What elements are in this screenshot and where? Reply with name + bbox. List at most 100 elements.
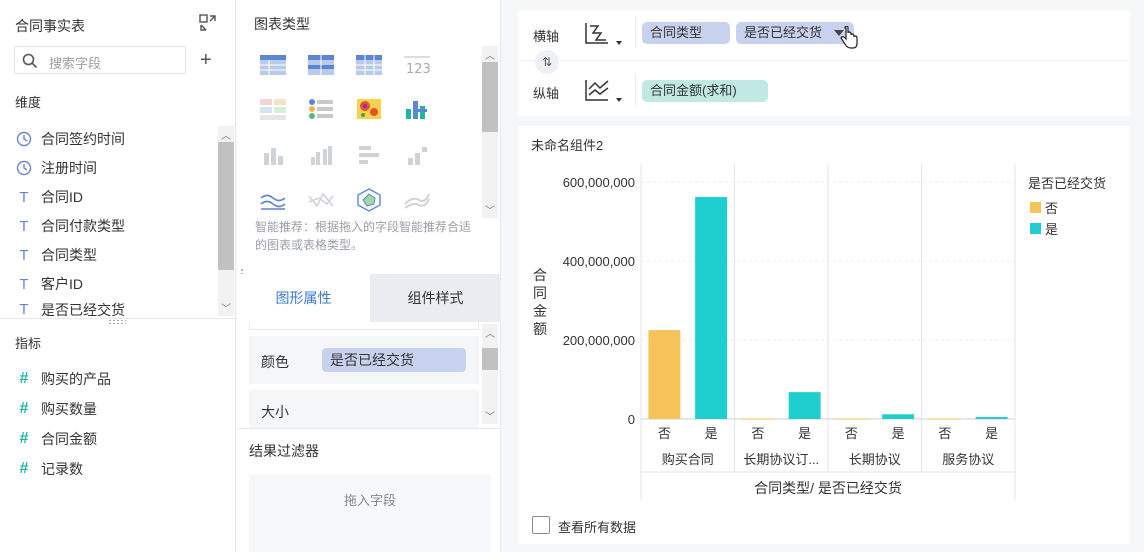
scroll-down-icon[interactable]: ﹀: [485, 202, 495, 217]
field-item[interactable]: # 合同金额: [15, 427, 97, 451]
field-item[interactable]: 注册时间: [15, 156, 97, 180]
field-item[interactable]: T 合同类型: [15, 243, 97, 267]
y-axis-title-char: 额: [533, 321, 547, 337]
bar: [741, 418, 774, 420]
property-tabs: 图形属性 组件样式: [237, 274, 501, 322]
x-axis-type-icon[interactable]: [584, 20, 626, 48]
line-chart-icon[interactable]: [307, 188, 335, 212]
field-label: 合同签约时间: [41, 131, 125, 147]
bar: [695, 196, 728, 419]
separator: [635, 74, 636, 106]
dashboard-list-icon[interactable]: [307, 97, 335, 121]
field-item[interactable]: T 是否已经交货: [15, 300, 125, 318]
field-item[interactable]: # 购买数量: [15, 397, 97, 421]
text-type-icon: T: [19, 275, 29, 293]
x-field-pill-label: 是否已经交货: [744, 25, 823, 40]
text-type-icon: T: [19, 246, 29, 264]
x-field-pill[interactable]: 合同类型: [642, 22, 730, 44]
x-group-label: 购买合同: [662, 452, 714, 467]
filter-dropzone[interactable]: 拖入字段: [249, 474, 491, 552]
grouped-bar-icon[interactable]: [307, 143, 335, 167]
x-subcategory-label: 否: [658, 426, 671, 441]
y-tick-label: 400,000,000: [563, 254, 635, 269]
legend-label: 否: [1045, 201, 1058, 216]
resize-handle[interactable]: [108, 319, 126, 325]
legend-swatch: [1030, 202, 1041, 213]
result-filter-title: 结果过滤器: [249, 443, 319, 459]
size-label: 大小: [261, 404, 289, 420]
table-icon[interactable]: [259, 53, 287, 77]
waterfall-bar-icon[interactable]: [403, 97, 431, 121]
number-type-icon: #: [19, 430, 29, 447]
y-field-pill[interactable]: 合同金额(求和): [642, 80, 768, 102]
svg-text:123: 123: [406, 62, 431, 77]
field-item[interactable]: T 合同ID: [15, 185, 83, 209]
scrollbar-thumb[interactable]: [218, 142, 234, 270]
scroll-down-icon[interactable]: ﹀: [485, 408, 495, 423]
switch-table-icon[interactable]: [199, 14, 217, 32]
x-group-label: 长期协议订...: [743, 452, 819, 467]
x-field-pill[interactable]: 是否已经交货: [736, 22, 854, 44]
kpi-number-icon[interactable]: 123: [403, 53, 431, 77]
chart-type-panel: 图表类型 123 智能推荐：根据拖入的字段智能推荐合适的图表或表格类型。 ︿ ﹀…: [237, 0, 501, 552]
scroll-up-icon[interactable]: ︿: [485, 325, 495, 340]
y-tick-label: 0: [628, 412, 635, 427]
color-label: 颜色: [261, 354, 289, 370]
dimensions-label: 维度: [15, 95, 42, 110]
legend-swatch: [1030, 223, 1041, 234]
field-item[interactable]: 合同签约时间: [15, 127, 125, 151]
heatmap-icon[interactable]: [355, 97, 383, 121]
field-label: 注册时间: [41, 160, 97, 176]
table-name: 合同事实表: [15, 18, 85, 34]
drop-hint: 拖入字段: [343, 493, 396, 508]
x-group-label: 长期协议: [849, 452, 901, 467]
kpi-card-icon[interactable]: [259, 97, 287, 121]
text-type-icon: T: [19, 188, 29, 206]
bar: [882, 414, 915, 419]
radar-chart-icon[interactable]: [355, 188, 383, 212]
chart-panel: 未命名组件2 600,000,000 400,000,000 200,000,000…: [518, 126, 1130, 544]
field-item[interactable]: # 购买的产品: [15, 367, 111, 391]
horizontal-bar-icon[interactable]: [355, 143, 383, 167]
stacked-bar-icon[interactable]: [403, 143, 431, 167]
property-scrollbar[interactable]: ︿ ﹀: [482, 324, 498, 424]
cross-table-icon[interactable]: [307, 53, 335, 77]
number-type-icon: #: [19, 400, 29, 417]
field-item[interactable]: T 合同付款类型: [15, 214, 125, 238]
field-label: 合同类型: [41, 247, 97, 263]
scroll-up-icon[interactable]: ︿: [221, 127, 231, 142]
scrollbar-thumb[interactable]: [482, 62, 498, 132]
swap-axes-icon[interactable]: ⇅: [535, 50, 559, 74]
y-axis-type-icon[interactable]: [584, 77, 626, 105]
field-item[interactable]: T 客户ID: [15, 272, 83, 296]
search-input[interactable]: 搜索字段: [14, 46, 186, 74]
range-area-icon[interactable]: [403, 188, 431, 212]
bar: [975, 417, 1008, 419]
scroll-down-icon[interactable]: ﹀: [221, 300, 231, 315]
tab-graph-properties[interactable]: 图形属性: [237, 274, 370, 322]
color-field-pill[interactable]: 是否已经交货: [322, 348, 466, 372]
y-axis-title-char: 同: [533, 285, 547, 301]
field-label: 合同付款类型: [41, 218, 125, 234]
tab-component-style[interactable]: 组件样式: [370, 274, 501, 322]
bar-chart-icon[interactable]: [259, 143, 287, 167]
axis-panel: 横轴 合同类型 是否已经交货 ⇅ 纵轴 合同金额(求和): [518, 10, 1130, 116]
scroll-up-icon[interactable]: ︿: [485, 47, 495, 62]
add-field-icon[interactable]: +: [200, 50, 212, 70]
dimensions-scrollbar[interactable]: ︿ ﹀: [218, 126, 234, 316]
y-axis-label: 纵轴: [533, 86, 560, 101]
collapsed-row: [249, 322, 479, 330]
area-chart-icon[interactable]: [259, 188, 287, 212]
show-all-data-label: 查看所有数据: [558, 520, 637, 535]
x-axis-title: 合同类型/ 是否已经交货: [754, 480, 902, 496]
scrollbar-thumb[interactable]: [482, 348, 498, 370]
bar-chart: 600,000,000400,000,000200,000,0000合同金额否是…: [533, 164, 1106, 500]
x-subcategory-label: 是: [892, 426, 905, 441]
x-subcategory-label: 是: [798, 426, 811, 441]
show-all-data-checkbox[interactable]: [532, 516, 550, 534]
field-label: 是否已经交货: [41, 302, 125, 317]
detail-table-icon[interactable]: [355, 53, 383, 77]
x-subcategory-label: 是: [985, 426, 998, 441]
field-item[interactable]: # 记录数: [15, 457, 83, 481]
chart-type-scrollbar[interactable]: ︿ ﹀: [482, 46, 498, 218]
